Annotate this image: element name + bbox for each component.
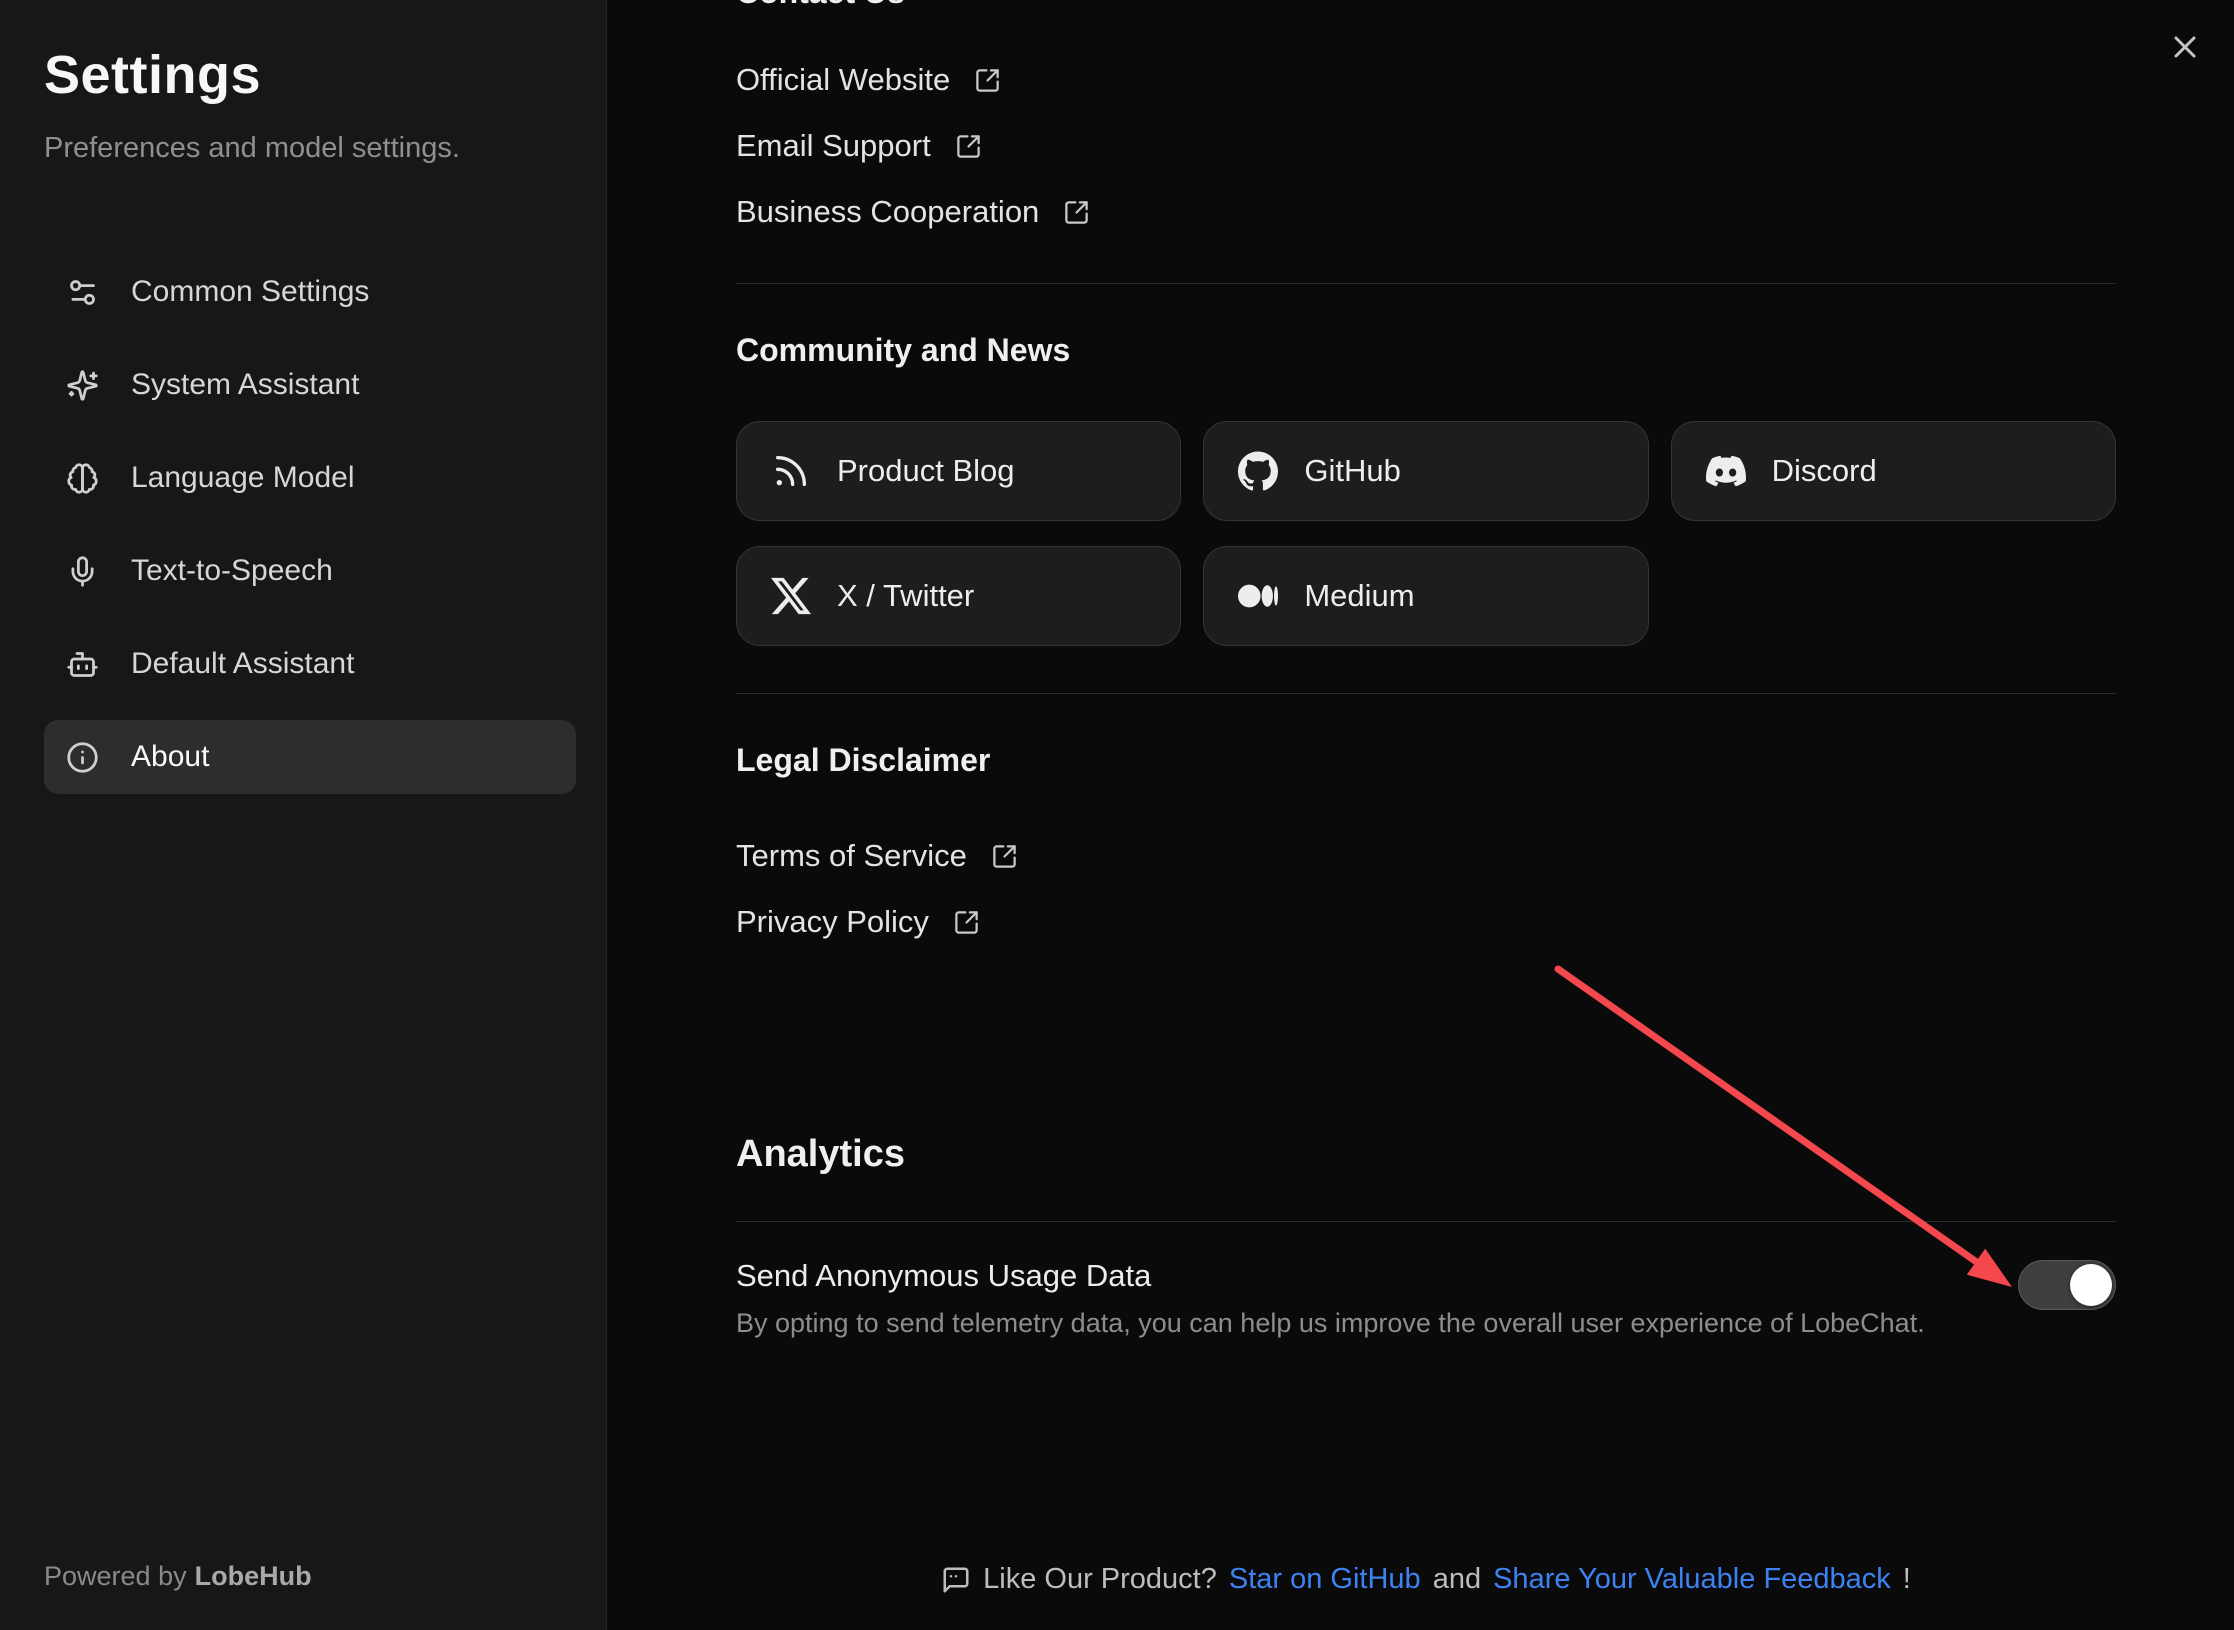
sidebar-item-label: Text-to-Speech <box>131 554 333 588</box>
button-label: Medium <box>1304 578 1414 614</box>
section-divider <box>736 1221 2116 1222</box>
product-blog-button[interactable]: Product Blog <box>736 421 1181 521</box>
contact-links: Official Website Email Support Business … <box>736 47 2116 245</box>
external-link-icon <box>953 909 980 936</box>
info-icon <box>66 741 99 774</box>
sidebar-item-label: Language Model <box>131 461 355 495</box>
sidebar-item-about[interactable]: About <box>44 720 576 794</box>
button-label: GitHub <box>1304 453 1400 489</box>
privacy-policy-link[interactable]: Privacy Policy <box>736 889 980 955</box>
message-square-icon <box>941 1565 971 1595</box>
toggle-knob <box>2070 1264 2112 1306</box>
footer-conjunction: and <box>1433 1563 1481 1596</box>
share-feedback-link[interactable]: Share Your Valuable Feedback <box>1493 1563 1891 1596</box>
settings-nav: Common Settings System Assistant Languag… <box>44 255 576 794</box>
section-divider <box>736 693 2116 694</box>
discord-button[interactable]: Discord <box>1671 421 2116 521</box>
analytics-heading: Analytics <box>736 1133 2116 1176</box>
link-label: Official Website <box>736 62 950 98</box>
setting-description: By opting to send telemetry data, you ca… <box>736 1308 1925 1339</box>
button-label: Product Blog <box>837 453 1015 489</box>
external-link-icon <box>955 133 982 160</box>
rss-icon <box>771 451 811 491</box>
external-link-icon <box>1063 199 1090 226</box>
close-icon <box>2167 29 2203 65</box>
link-label: Email Support <box>736 128 931 164</box>
medium-button[interactable]: Medium <box>1203 546 1648 646</box>
link-label: Business Cooperation <box>736 194 1039 230</box>
sidebar-item-label: Default Assistant <box>131 647 354 681</box>
footer-prefix: Like Our Product? <box>983 1563 1217 1596</box>
official-website-link[interactable]: Official Website <box>736 47 1001 113</box>
contact-us-heading: Contact Us <box>736 0 2116 11</box>
sparkles-icon <box>66 369 99 402</box>
github-button[interactable]: GitHub <box>1203 421 1648 521</box>
page-subtitle: Preferences and model settings. <box>44 132 576 165</box>
footer-suffix: ! <box>1903 1563 1911 1596</box>
sidebar-item-default-assistant[interactable]: Default Assistant <box>44 627 576 701</box>
sidebar-item-label: Common Settings <box>131 275 369 309</box>
lobehub-brand: LobeHub <box>195 1561 312 1591</box>
product-footer: Like Our Product? Star on GitHub and Sha… <box>736 1563 2116 1596</box>
mic-icon <box>66 555 99 588</box>
usage-data-setting: Send Anonymous Usage Data By opting to s… <box>736 1258 2116 1339</box>
x-icon <box>771 576 811 616</box>
sidebar-item-label: About <box>131 740 209 774</box>
button-label: X / Twitter <box>837 578 974 614</box>
close-button[interactable] <box>2162 24 2208 70</box>
sidebar-item-common-settings[interactable]: Common Settings <box>44 255 576 329</box>
community-buttons: Product Blog GitHub Discord X / Twitter … <box>736 421 2116 646</box>
external-link-icon <box>974 67 1001 94</box>
business-cooperation-link[interactable]: Business Cooperation <box>736 179 1090 245</box>
usage-data-text: Send Anonymous Usage Data By opting to s… <box>736 1258 1925 1339</box>
github-icon <box>1238 451 1278 491</box>
sliders-icon <box>66 276 99 309</box>
powered-by: Powered by LobeHub <box>44 1561 312 1592</box>
sidebar-item-text-to-speech[interactable]: Text-to-Speech <box>44 534 576 608</box>
button-label: Discord <box>1772 453 1877 489</box>
sidebar-item-label: System Assistant <box>131 368 359 402</box>
x-twitter-button[interactable]: X / Twitter <box>736 546 1181 646</box>
sidebar-item-system-assistant[interactable]: System Assistant <box>44 348 576 422</box>
medium-icon <box>1238 576 1278 616</box>
usage-data-toggle[interactable] <box>2018 1260 2116 1310</box>
sidebar-item-language-model[interactable]: Language Model <box>44 441 576 515</box>
legal-links: Terms of Service Privacy Policy <box>736 823 2116 955</box>
terms-of-service-link[interactable]: Terms of Service <box>736 823 1018 889</box>
link-label: Privacy Policy <box>736 904 929 940</box>
email-support-link[interactable]: Email Support <box>736 113 982 179</box>
settings-sidebar: Settings Preferences and model settings.… <box>0 0 607 1630</box>
legal-heading: Legal Disclaimer <box>736 742 2116 779</box>
about-settings-panel: Contact Us Official Website Email Suppor… <box>608 0 2234 1630</box>
bot-icon <box>66 648 99 681</box>
page-title: Settings <box>44 44 576 106</box>
section-divider <box>736 283 2116 284</box>
external-link-icon <box>991 843 1018 870</box>
setting-label: Send Anonymous Usage Data <box>736 1258 1925 1294</box>
powered-by-label: Powered by <box>44 1561 187 1591</box>
discord-icon <box>1706 451 1746 491</box>
star-on-github-link[interactable]: Star on GitHub <box>1229 1563 1421 1596</box>
community-heading: Community and News <box>736 332 2116 369</box>
link-label: Terms of Service <box>736 838 967 874</box>
brain-icon <box>66 462 99 495</box>
